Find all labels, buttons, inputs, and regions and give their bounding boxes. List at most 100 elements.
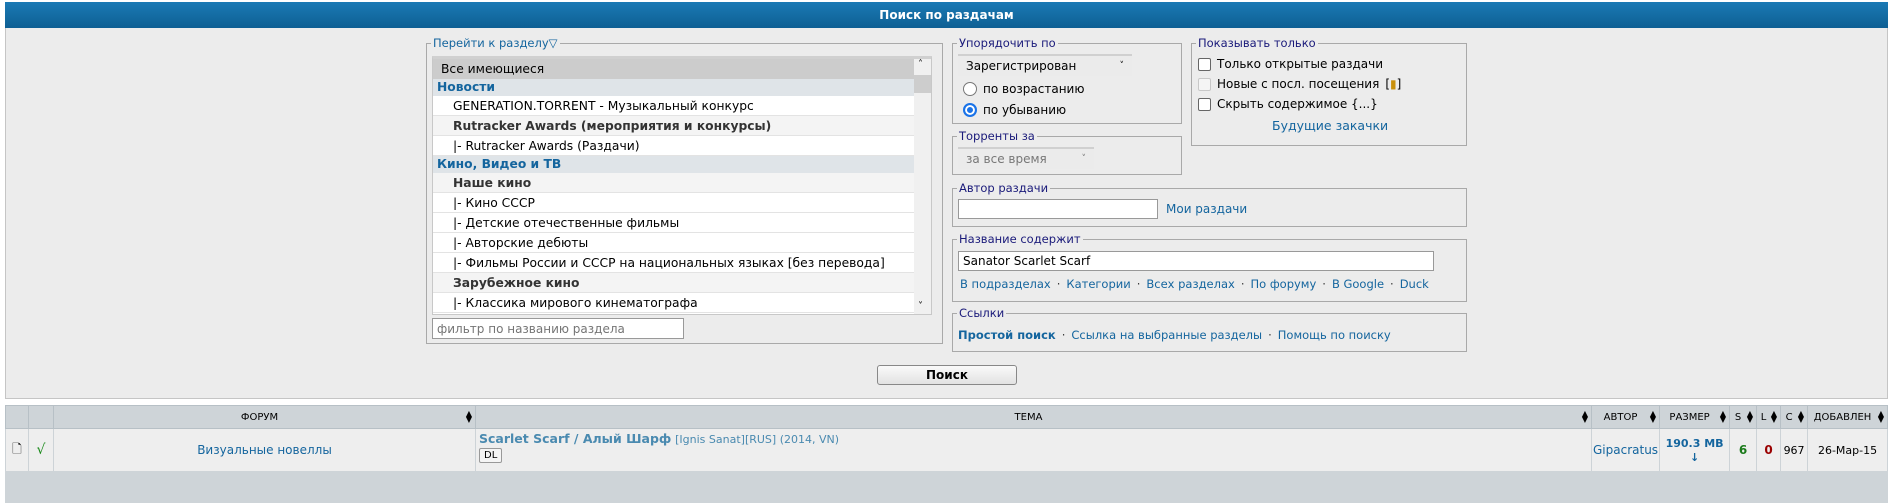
- table-row: 🗋 √ Визуальные новеллы Scarlet Scarf / А…: [5, 428, 1888, 472]
- checkbox-label: Скрыть содержимое {...}: [1217, 97, 1378, 111]
- forum-link[interactable]: Визуальные новеллы: [197, 443, 332, 457]
- table-header-row: ФОРУМ ▲ ▼ ТЕМА ▲ ▼ АВТОР ▲ ▼ РАЗМЕР ▲ ▼ S ▲ ▼ L ▲ ▼ …: [5, 405, 1888, 429]
- sort-icon: ▲ ▼: [1649, 409, 1657, 424]
- title-search-link[interactable]: В подразделах: [960, 277, 1051, 291]
- section-option[interactable]: |- Фильмы России и СССР на национальных …: [433, 253, 931, 273]
- author-input[interactable]: [958, 199, 1158, 219]
- col-label: L: [1760, 411, 1767, 423]
- title-legend: Название содержит: [959, 232, 1081, 246]
- col-seeders[interactable]: S ▲ ▼: [1729, 405, 1758, 429]
- checkbox-icon: [1198, 77, 1211, 91]
- col-leechers[interactable]: L ▲ ▼: [1756, 405, 1782, 429]
- col-forum[interactable]: ФОРУМ ▲ ▼: [53, 405, 476, 429]
- section-option[interactable]: |- Фильмы до 1990 года: [433, 313, 931, 314]
- period-legend: Торренты за: [959, 129, 1035, 143]
- col-label: S: [1734, 411, 1742, 423]
- section-option[interactable]: GENERATION.TORRENT - Музыкальный конкурс: [433, 96, 931, 116]
- sort-icon: ▲ ▼: [1746, 409, 1754, 424]
- links-row: Простой поиск · Ссылка на выбранные раздел…: [958, 328, 1391, 342]
- checked-icon: √: [28, 428, 54, 472]
- section-option[interactable]: Зарубежное кино: [433, 273, 931, 293]
- title-search-link[interactable]: Категории: [1066, 277, 1130, 291]
- title-search-link[interactable]: Duck: [1400, 277, 1429, 291]
- col-label: РАЗМЕР: [1669, 411, 1710, 423]
- period-select[interactable]: за все время ˅: [958, 147, 1094, 169]
- separator: ·: [1136, 277, 1141, 291]
- search-button[interactable]: Поиск: [877, 365, 1017, 385]
- leechers: 0: [1756, 428, 1782, 472]
- checkbox-label: Новые с посл. посещения: [1217, 77, 1380, 91]
- search-panel: [5, 28, 1888, 399]
- col-label: C: [1785, 411, 1793, 423]
- search-help-link[interactable]: Помощь по поиску: [1278, 328, 1391, 342]
- triangle-down-icon: ▽: [548, 36, 558, 50]
- section-option[interactable]: |- Rutracker Awards (Раздачи): [433, 136, 931, 156]
- sort-icon: ▲ ▼: [1770, 409, 1778, 424]
- col-icon: [5, 405, 29, 429]
- title-search-link[interactable]: По форуму: [1250, 277, 1316, 291]
- topic-link[interactable]: Scarlet Scarf / Алый Шарф: [479, 431, 671, 446]
- section-option[interactable]: |- Классика мирового кинематографа: [433, 293, 931, 313]
- col-author[interactable]: АВТОР ▲ ▼: [1590, 405, 1661, 429]
- sort-icon: ▲ ▼: [1719, 409, 1727, 424]
- author-legend: Автор раздачи: [959, 181, 1049, 195]
- title-search-link[interactable]: Всех разделах: [1146, 277, 1234, 291]
- col-label: ТЕМА: [1014, 411, 1043, 423]
- chevron-down-icon[interactable]: ˅: [918, 301, 923, 312]
- file-icon: 🗋: [5, 428, 29, 472]
- col-label: ДОБАВЛЕН: [1813, 411, 1872, 423]
- new-file-icon: ▮: [1390, 77, 1397, 91]
- chevron-down-icon: ˅: [1081, 154, 1087, 164]
- col-completed[interactable]: C ▲ ▼: [1780, 405, 1809, 429]
- bracket: ]: [1396, 77, 1402, 91]
- simple-search-link[interactable]: Простой поиск: [958, 328, 1056, 342]
- col-topic[interactable]: ТЕМА ▲ ▼: [475, 405, 1592, 429]
- col-added[interactable]: ДОБАВЛЕН ▲ ▼: [1807, 405, 1888, 429]
- order-asc-radio[interactable]: по возрастанию: [963, 82, 1084, 96]
- topic-tags: [Ignis Sanat][RUS] (2014, VN): [675, 433, 840, 446]
- scrollbar[interactable]: ˄ ˅: [914, 59, 931, 314]
- table-footer: [5, 471, 1888, 503]
- chevron-down-icon: ˅: [1119, 61, 1125, 71]
- section-option[interactable]: Наше кино: [433, 173, 931, 193]
- order-select[interactable]: Зарегистрирован ˅: [958, 54, 1132, 76]
- show-only-legend: Показывать только: [1198, 36, 1316, 50]
- order-desc-radio[interactable]: по убыванию: [963, 103, 1066, 117]
- col-size[interactable]: РАЗМЕР ▲ ▼: [1659, 405, 1731, 429]
- open-only-checkbox[interactable]: Только открытые раздачи: [1198, 57, 1383, 71]
- radio-label: по возрастанию: [983, 82, 1085, 96]
- sort-icon: ▲ ▼: [465, 409, 472, 424]
- sort-icon: ▲ ▼: [1581, 409, 1588, 424]
- hide-content-checkbox[interactable]: Скрыть содержимое {...}: [1198, 97, 1378, 111]
- section-option[interactable]: Rutracker Awards (мероприятия и конкурсы…: [433, 116, 931, 136]
- section-option[interactable]: |- Детские отечественные фильмы: [433, 213, 931, 233]
- section-listbox[interactable]: Все имеющиеся Новости GENERATION.TORRENT -…: [432, 56, 932, 315]
- author-link[interactable]: Gipacratus: [1593, 443, 1658, 457]
- col-label: АВТОР: [1603, 411, 1638, 423]
- dl-button[interactable]: DL: [479, 448, 503, 463]
- future-downloads-link[interactable]: Будущие закачки: [1272, 118, 1388, 133]
- section-option[interactable]: |- Кино СССР: [433, 193, 931, 213]
- section-legend[interactable]: Перейти к разделу▽: [431, 36, 560, 50]
- col-label: ФОРУМ: [240, 411, 279, 423]
- links-legend: Ссылки: [959, 306, 1005, 320]
- title-search-link[interactable]: В Google: [1332, 277, 1384, 291]
- radio-checked-icon: [963, 103, 977, 117]
- section-option[interactable]: Кино, Видео и ТВ: [433, 156, 931, 173]
- my-releases-link[interactable]: Мои раздачи: [1166, 202, 1247, 216]
- section-option[interactable]: Новости: [433, 79, 931, 96]
- new-since-checkbox[interactable]: Новые с посл. посещения [▮]: [1198, 77, 1401, 91]
- section-filter-input[interactable]: [432, 318, 684, 339]
- size-download-link[interactable]: 190.3 MB ↓: [1666, 437, 1724, 464]
- added-date: 26-Мар-15: [1807, 428, 1888, 472]
- selected-sections-link[interactable]: Ссылка на выбранные разделы: [1071, 328, 1262, 342]
- col-check: [28, 405, 54, 429]
- order-select-value: Зарегистрирован: [966, 59, 1077, 73]
- completed: 967: [1780, 428, 1809, 472]
- separator: ·: [1390, 277, 1394, 291]
- title-input[interactable]: [958, 251, 1434, 271]
- chevron-up-icon[interactable]: ˄: [918, 59, 923, 70]
- section-option[interactable]: Все имеющиеся: [433, 59, 931, 79]
- order-legend: Упорядочить по: [959, 36, 1056, 50]
- section-option[interactable]: |- Авторские дебюты: [433, 233, 931, 253]
